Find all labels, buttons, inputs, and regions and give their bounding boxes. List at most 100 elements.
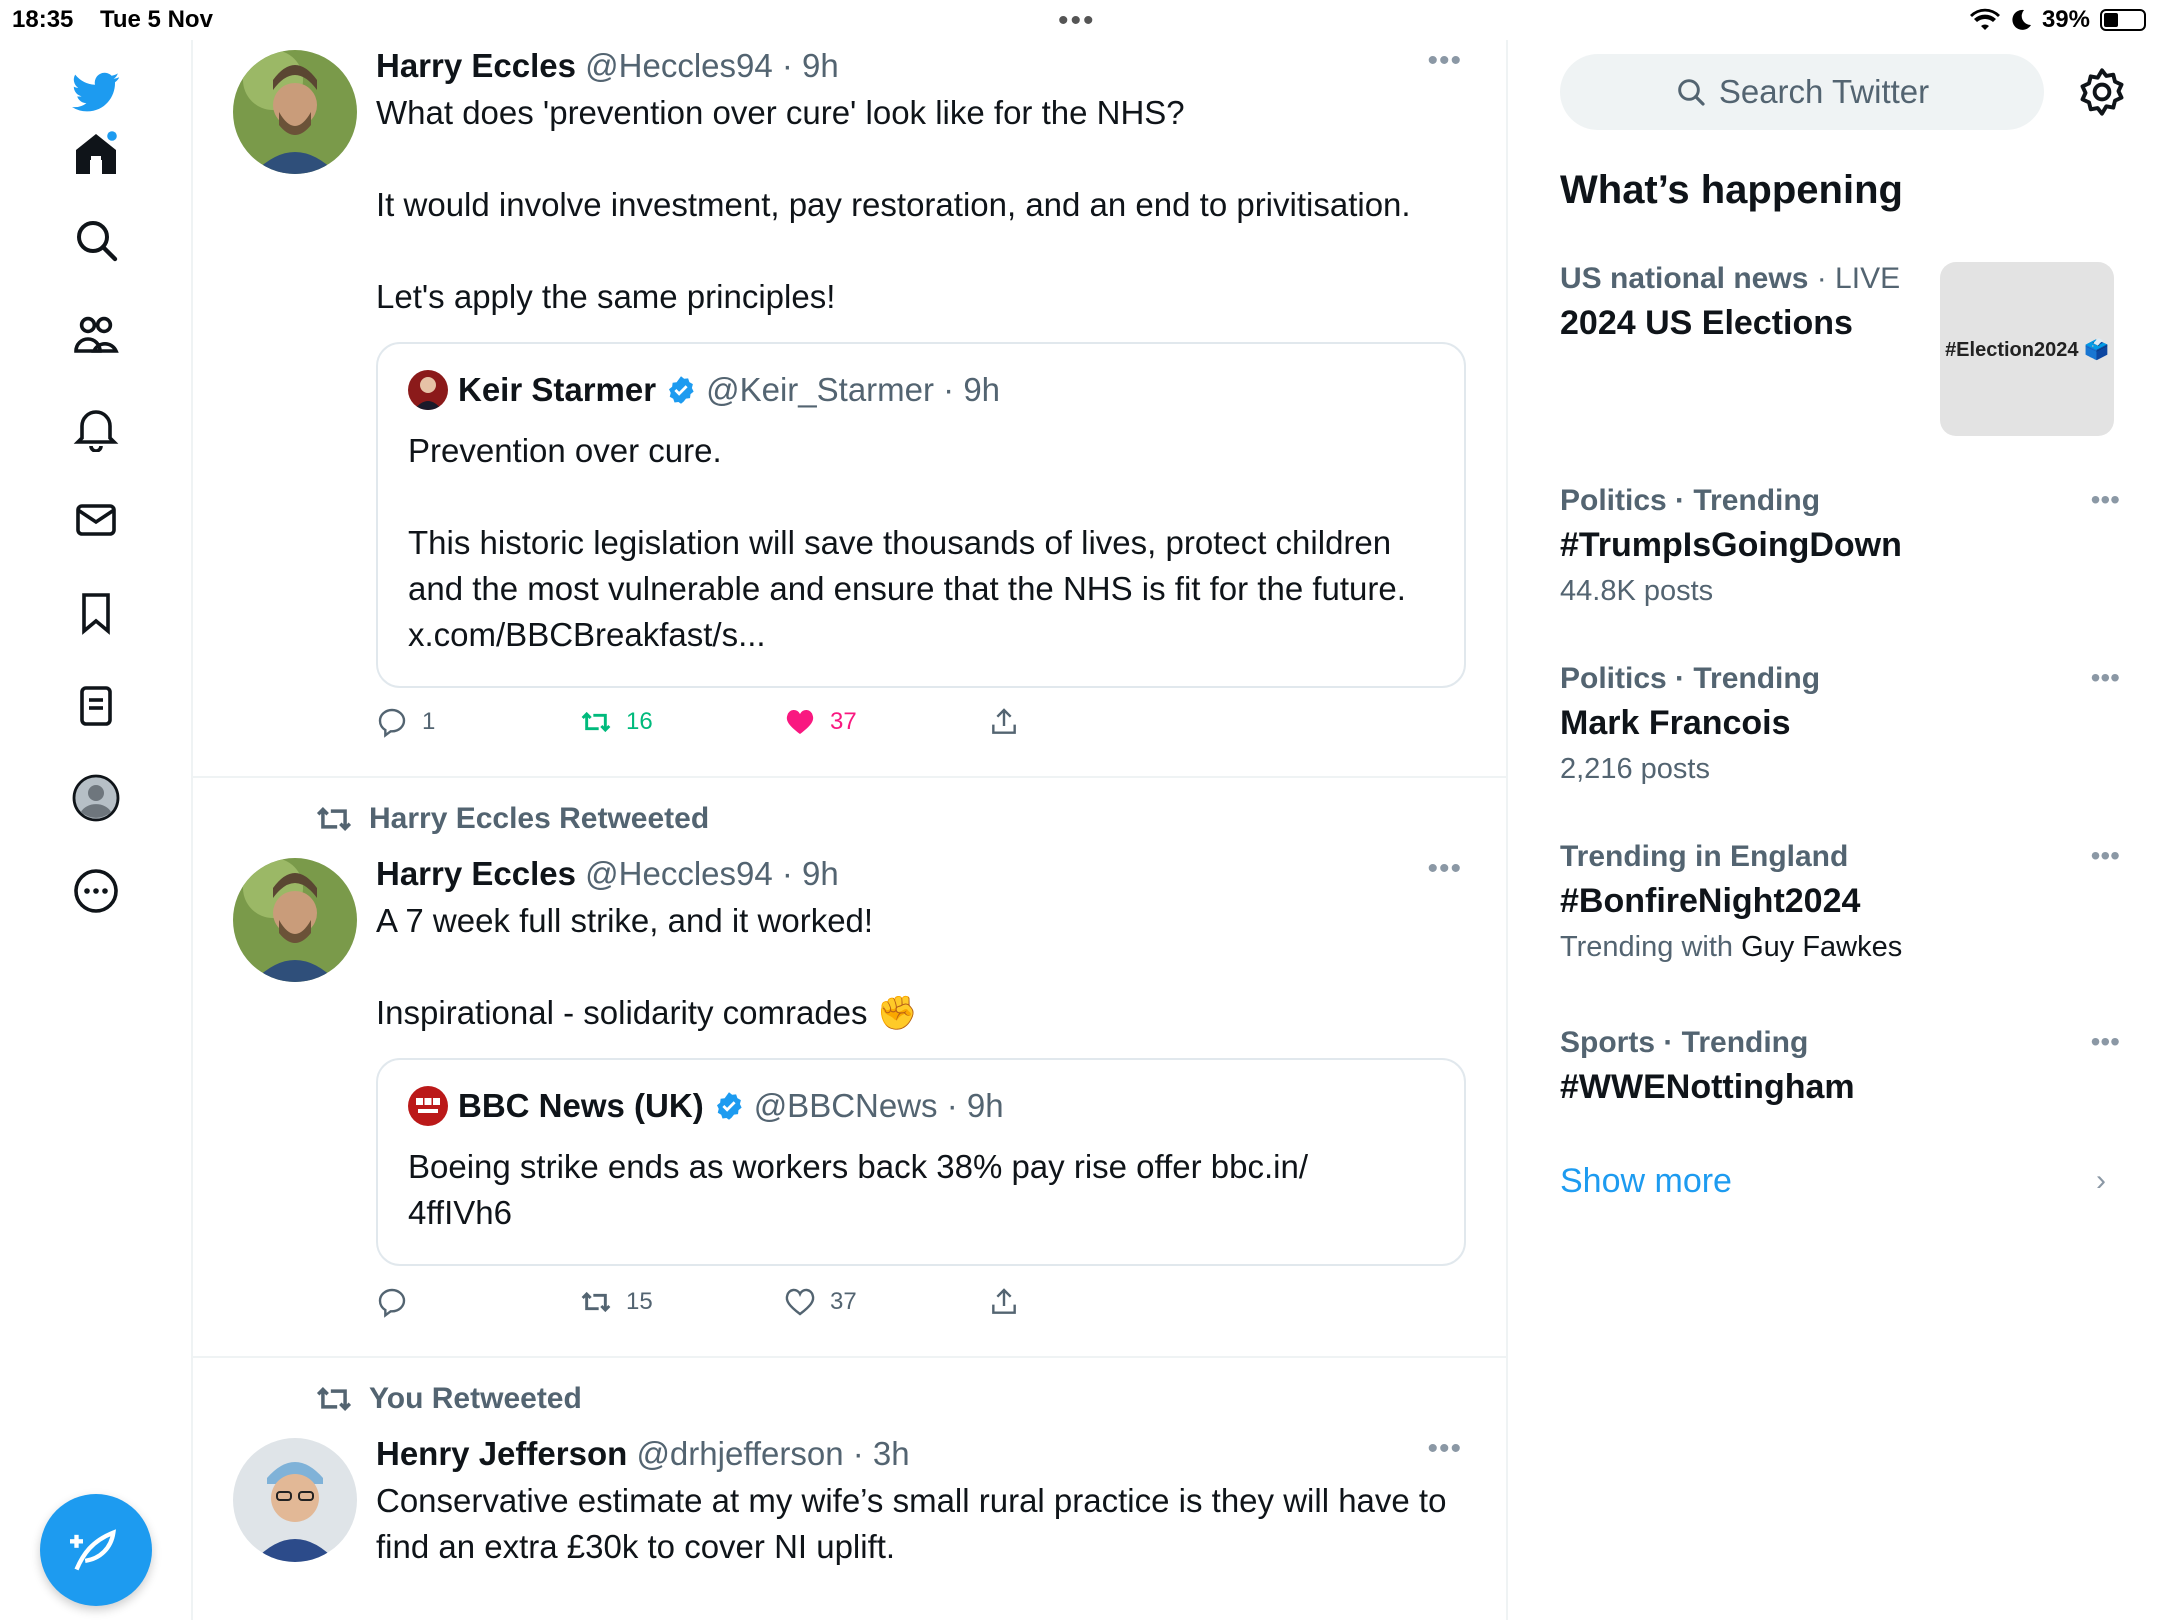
battery-icon (2100, 9, 2146, 31)
trend-category: Sports · Trending (1560, 1026, 1809, 1059)
trend-category: US national news (1560, 262, 1809, 295)
trend-post-count: 44.8K posts (1560, 575, 1714, 607)
reply-button[interactable]: 1 (376, 706, 580, 738)
tweet-text: Conservative estimate at my wife’s small… (376, 1482, 1447, 1565)
profile-avatar-icon[interactable] (66, 768, 126, 828)
retweeted-by-text: Harry Eccles Retweeted (369, 802, 710, 835)
compose-tweet-button[interactable] (40, 1494, 152, 1606)
explore-search-icon[interactable] (66, 210, 126, 270)
more-options-icon[interactable]: ••• (1427, 1432, 1462, 1466)
retweet-indicator-icon (316, 1387, 352, 1411)
trend-more-icon[interactable]: ••• (2091, 840, 2120, 872)
wifi-icon (1969, 8, 2000, 31)
share-button[interactable] (988, 706, 1192, 738)
reply-icon (378, 708, 406, 738)
timeline: Harry Eccles @Heccles94 · 9h What does '… (193, 40, 1508, 1620)
retweeted-by-text: You Retweeted (369, 1382, 582, 1415)
search-icon (1678, 79, 1705, 106)
trend-context-name: Guy Fawkes (1741, 931, 1903, 963)
heart-filled-icon (786, 709, 814, 734)
right-sidebar: Search Twitter What’s happening US natio… (1510, 40, 2160, 1620)
lists-icon[interactable] (66, 676, 126, 736)
retweet-icon (581, 711, 611, 733)
retweet-button[interactable]: 15 (580, 1286, 784, 1318)
retweet-count: 16 (626, 708, 653, 735)
tweet[interactable]: Harry Eccles Retweeted Harry Eccles @Hec… (193, 778, 1506, 1358)
chevron-right-icon[interactable]: › (2096, 1164, 2106, 1198)
quoted-tweet[interactable]: BBC News (UK) @BBCNews · 9h Boeing strik… (376, 1058, 1466, 1266)
more-options-icon[interactable]: ••• (1427, 852, 1462, 886)
whats-happening-heading: What’s happening (1560, 168, 1903, 212)
search-placeholder: Search Twitter (1718, 73, 1930, 110)
trend-item[interactable]: ••• Politics · Trending Mark Francois 2,… (1560, 662, 2120, 786)
tweet-text: A 7 week full strike, and it worked! Ins… (376, 902, 918, 1031)
retweet-count: 15 (626, 1288, 653, 1315)
trend-image-text: #Election2024 🗳️ (1945, 338, 2109, 361)
more-options-icon[interactable] (66, 861, 126, 921)
trend-more-icon[interactable]: ••• (2091, 484, 2120, 516)
left-navigation (0, 40, 193, 1620)
like-button[interactable]: 37 (784, 706, 988, 738)
retweeted-by-line: You Retweeted (315, 1380, 582, 1418)
like-count: 37 (830, 1288, 857, 1315)
settings-gear-icon[interactable] (2076, 66, 2128, 118)
tweet[interactable]: Harry Eccles @Heccles94 · 9h What does '… (193, 40, 1506, 778)
messages-envelope-icon[interactable] (66, 490, 126, 550)
verified-badge-icon (669, 376, 694, 404)
compose-feather-icon (70, 1529, 117, 1571)
like-button[interactable]: 37 (784, 1286, 988, 1318)
tweet[interactable]: You Retweeted Henry Jefferson @drhjeffer… (193, 1358, 1506, 1620)
avatar[interactable] (233, 50, 357, 174)
quote-author-name: BBC News (UK) (458, 1087, 704, 1124)
author-meta: @drhjefferson · 3h (636, 1435, 910, 1472)
quote-author-name: Keir Starmer (458, 371, 657, 408)
twitter-logo-icon[interactable] (66, 62, 126, 122)
share-button[interactable] (988, 1286, 1192, 1318)
search-input[interactable]: Search Twitter (1560, 54, 2044, 130)
author-name[interactable]: Henry Jefferson (376, 1435, 627, 1472)
notifications-bell-icon[interactable] (66, 398, 126, 458)
quote-author-meta: @BBCNews · 9h (753, 1087, 1004, 1124)
trend-context-prefix: Trending with (1560, 931, 1742, 963)
quoted-tweet[interactable]: Keir Starmer @Keir_Starmer · 9h Preventi… (376, 342, 1466, 688)
author-name[interactable]: Harry Eccles (376, 47, 576, 84)
trend-item[interactable]: ••• Sports · Trending #WWENottingham (1560, 1026, 2120, 1107)
trend-more-icon[interactable]: ••• (2091, 1026, 2120, 1058)
trend-item[interactable]: ••• Politics · Trending #TrumpIsGoingDow… (1560, 484, 2120, 608)
verified-badge-icon (716, 1092, 742, 1120)
share-icon (992, 708, 1016, 734)
like-count: 37 (830, 708, 857, 735)
heart-outline-icon (785, 1288, 815, 1316)
trend-topic: #TrumpIsGoingDown (1560, 526, 1902, 564)
trend-topic: Mark Francois (1560, 704, 1791, 742)
trend-image[interactable]: #Election2024 🗳️ (1940, 262, 2114, 436)
reply-count: 1 (422, 708, 436, 735)
reply-button[interactable] (376, 1286, 580, 1318)
trend-item[interactable]: ••• Trending in England #BonfireNight202… (1560, 840, 2120, 964)
quote-avatar (408, 370, 448, 410)
quote-text: Prevention over cure. This historic legi… (408, 432, 1406, 653)
retweet-button[interactable]: 16 (580, 706, 784, 738)
communities-icon[interactable] (66, 305, 126, 365)
multitasking-dots-icon[interactable]: ••• (1058, 4, 1096, 38)
trend-category: Politics · Trending (1560, 662, 1821, 695)
retweeted-by-line: Harry Eccles Retweeted (315, 800, 709, 838)
author-meta: @Heccles94 · 9h (585, 47, 839, 84)
home-icon[interactable] (66, 124, 126, 184)
bookmarks-icon[interactable] (66, 583, 126, 643)
retweet-icon (581, 1291, 611, 1313)
author-meta: @Heccles94 · 9h (585, 855, 839, 892)
avatar[interactable] (233, 1438, 357, 1562)
status-date: Tue 5 Nov (100, 6, 213, 33)
avatar[interactable] (233, 858, 357, 982)
quote-author-meta: @Keir_Starmer · 9h (706, 371, 1001, 408)
moon-icon (2012, 9, 2031, 30)
trend-more-icon[interactable]: ••• (2091, 662, 2120, 694)
share-icon (992, 1288, 1016, 1314)
author-name[interactable]: Harry Eccles (376, 855, 576, 892)
quote-text: Boeing strike ends as workers back 38% p… (408, 1148, 1309, 1231)
more-options-icon[interactable]: ••• (1427, 44, 1462, 78)
status-bar: 18:35 Tue 5 Nov ••• 39% (0, 0, 2160, 40)
trend-category: Politics · Trending (1560, 484, 1821, 517)
show-more-link[interactable]: Show more (1560, 1162, 1732, 1201)
